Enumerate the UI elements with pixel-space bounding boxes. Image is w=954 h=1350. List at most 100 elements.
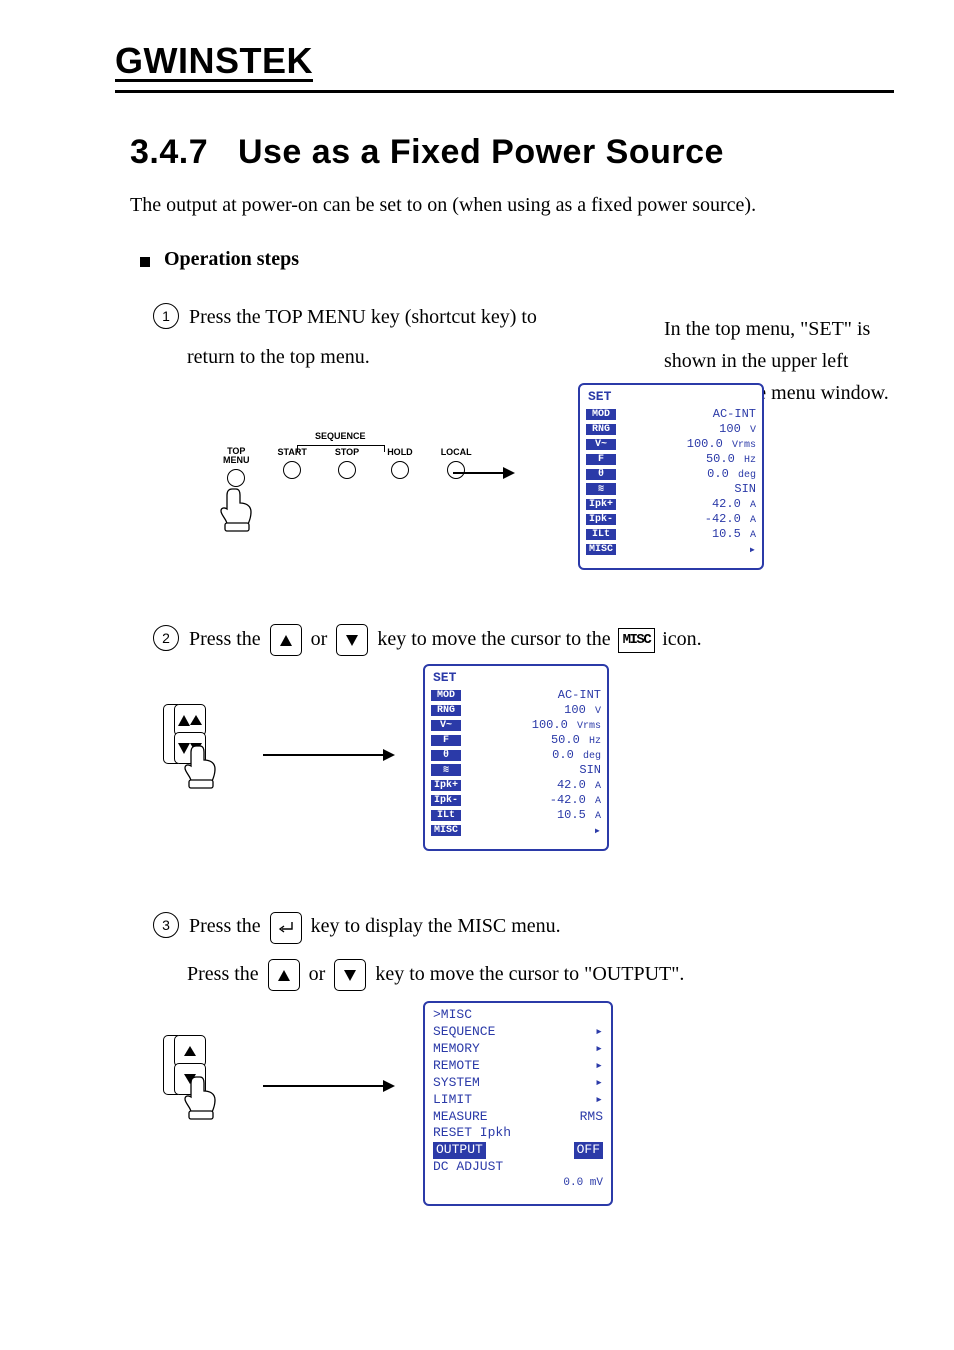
misc-label: REMOTE bbox=[433, 1058, 480, 1075]
misc-label: SEQUENCE bbox=[433, 1024, 495, 1041]
section-heading: 3.4.7 Use as a Fixed Power Source bbox=[130, 133, 894, 172]
misc-title: >MISC bbox=[433, 1007, 603, 1024]
misc-row: RESET Ipkh bbox=[433, 1125, 603, 1142]
misc-label: MEMORY bbox=[433, 1041, 480, 1058]
lcd-value: 100.0 Vrms bbox=[467, 718, 601, 732]
lcd-row: F50.0 Hz bbox=[586, 452, 756, 466]
step2-text-d: icon. bbox=[662, 628, 701, 650]
lcd-tag: V~ bbox=[431, 720, 461, 731]
section-number: 3.4.7 bbox=[130, 133, 208, 171]
lcd-value: 10.5 A bbox=[467, 808, 601, 822]
lcd-tag: F bbox=[431, 735, 461, 746]
lcd-value: 42.0 A bbox=[467, 778, 601, 792]
misc-value: ▸ bbox=[595, 1058, 603, 1075]
hold-key-icon bbox=[391, 461, 409, 479]
step3-text-d: or bbox=[309, 963, 326, 985]
local-label: LOCAL bbox=[441, 447, 472, 457]
misc-value: ▸ bbox=[595, 1092, 603, 1109]
lcd-row: Ipk--42.0 A bbox=[586, 512, 756, 526]
step-number-2: 2 bbox=[153, 625, 179, 651]
arrow-right-icon bbox=[453, 472, 513, 474]
top-menu-key-icon bbox=[227, 469, 245, 487]
misc-dcadjust-row: DC ADJUST bbox=[433, 1159, 603, 1176]
misc-value: ▸ bbox=[595, 1024, 603, 1041]
hold-label: HOLD bbox=[387, 447, 413, 457]
lcd-misc-screen: >MISC SEQUENCE▸MEMORY▸REMOTE▸SYSTEM▸LIMI… bbox=[423, 1001, 613, 1206]
lcd-title: SET bbox=[431, 670, 601, 687]
lcd-tag: V~ bbox=[586, 439, 616, 450]
sequence-label: SEQUENCE bbox=[315, 431, 366, 441]
lcd-tag: ≋ bbox=[586, 483, 616, 495]
lcd-set-screen-1: SET MODAC-INT RNG 100 V V~ 100.0 VrmsF50.0 H… bbox=[578, 383, 764, 570]
step-2: 2 Press the or key to move the cursor to… bbox=[153, 623, 894, 656]
lcd-misc-tag: MISC bbox=[431, 825, 461, 836]
lcd-tag: RNG bbox=[431, 705, 461, 716]
header-rule bbox=[115, 90, 894, 93]
misc-output-label: OUTPUT bbox=[433, 1142, 486, 1159]
brand-logo: GWINSTEK bbox=[115, 40, 894, 82]
misc-value: ▸ bbox=[595, 1075, 603, 1092]
lcd-row: ≋SIN bbox=[586, 482, 756, 496]
lcd-value: 100.0 Vrms bbox=[622, 437, 756, 451]
lcd-tag: ILt bbox=[431, 810, 461, 821]
arrow-right-icon bbox=[263, 1085, 393, 1087]
lcd-value: 0.0 deg bbox=[622, 467, 756, 481]
stop-key-icon bbox=[338, 461, 356, 479]
updown-keys[interactable] bbox=[163, 704, 206, 764]
misc-dcadj-value: 0.0 mV bbox=[433, 1176, 603, 1190]
hand-press-icon bbox=[183, 1075, 227, 1121]
misc-row: SEQUENCE ▸ bbox=[433, 1024, 603, 1041]
lcd-tag: θ bbox=[586, 469, 616, 480]
figure-step3: >MISC SEQUENCE▸MEMORY▸REMOTE▸SYSTEM▸LIMI… bbox=[153, 1005, 894, 1215]
lcd-value: 10.5 A bbox=[622, 527, 756, 541]
lcd-row: ILt 10.5 A bbox=[431, 808, 601, 822]
enter-key-icon[interactable] bbox=[270, 912, 302, 944]
hold-button[interactable]: HOLD bbox=[387, 447, 413, 479]
sequence-bracket-icon bbox=[297, 445, 385, 456]
top-menu-button[interactable]: TOP MENU bbox=[223, 447, 250, 487]
lcd-row: MODAC-INT bbox=[431, 688, 601, 702]
lcd-row: V~ 100.0 Vrms bbox=[431, 718, 601, 732]
lcd-row: MODAC-INT bbox=[586, 407, 756, 421]
misc-label: LIMIT bbox=[433, 1092, 472, 1109]
lcd-value: 0.0 deg bbox=[467, 748, 601, 762]
misc-output-row: OUTPUT OFF bbox=[433, 1142, 603, 1159]
step-3: 3 Press the key to display the MISC menu… bbox=[153, 910, 894, 991]
lcd-tag: MOD bbox=[586, 409, 616, 420]
step3-text-a: Press the bbox=[189, 915, 261, 937]
misc-icon: MISC bbox=[618, 628, 656, 652]
hand-press-icon bbox=[183, 744, 227, 790]
up-key-icon[interactable] bbox=[270, 624, 302, 656]
lcd-row: ILt10.5 A bbox=[586, 527, 756, 541]
local-button[interactable]: LOCAL bbox=[441, 447, 472, 479]
step3-text-e: key to move the cursor to "OUTPUT". bbox=[375, 963, 684, 985]
lcd-value: 100 V bbox=[622, 422, 756, 436]
down-key-icon[interactable] bbox=[336, 624, 368, 656]
lcd-tag: Ipk+ bbox=[431, 780, 461, 791]
figure-step1: SEQUENCE TOP MENU START STOP HOLD LOCAL bbox=[153, 387, 894, 587]
lcd-value: SIN bbox=[467, 763, 601, 777]
section-title: Use as a Fixed Power Source bbox=[238, 133, 724, 171]
down-key-icon[interactable] bbox=[334, 959, 366, 991]
misc-row: MEMORY ▸ bbox=[433, 1041, 603, 1058]
misc-row: REMOTE ▸ bbox=[433, 1058, 603, 1075]
step1-text-b: return to the top menu. bbox=[187, 346, 370, 368]
step-number-1: 1 bbox=[153, 303, 179, 329]
misc-value: ▸ bbox=[595, 1041, 603, 1058]
lcd-row: θ 0.0 deg bbox=[586, 467, 756, 481]
page: GWINSTEK 3.4.7 Use as a Fixed Power Sour… bbox=[0, 0, 954, 1350]
misc-label: MEASURE bbox=[433, 1109, 488, 1126]
lcd-tag: RNG bbox=[586, 424, 616, 435]
lcd-value: 50.0 Hz bbox=[622, 452, 756, 466]
lcd-tag: Ipk+ bbox=[586, 499, 616, 510]
lcd-row: F50.0 Hz bbox=[431, 733, 601, 747]
hand-press-icon bbox=[219, 487, 263, 533]
updown-keys[interactable] bbox=[163, 1035, 206, 1095]
lcd-value: -42.0 A bbox=[467, 793, 601, 807]
lcd-title: SET bbox=[586, 389, 756, 406]
up-key-icon[interactable] bbox=[268, 959, 300, 991]
misc-row: LIMIT ▸ bbox=[433, 1092, 603, 1109]
arrow-right-icon bbox=[263, 754, 393, 756]
intro-paragraph: The output at power-on can be set to on … bbox=[130, 190, 879, 220]
lcd-value: -42.0 A bbox=[622, 512, 756, 526]
